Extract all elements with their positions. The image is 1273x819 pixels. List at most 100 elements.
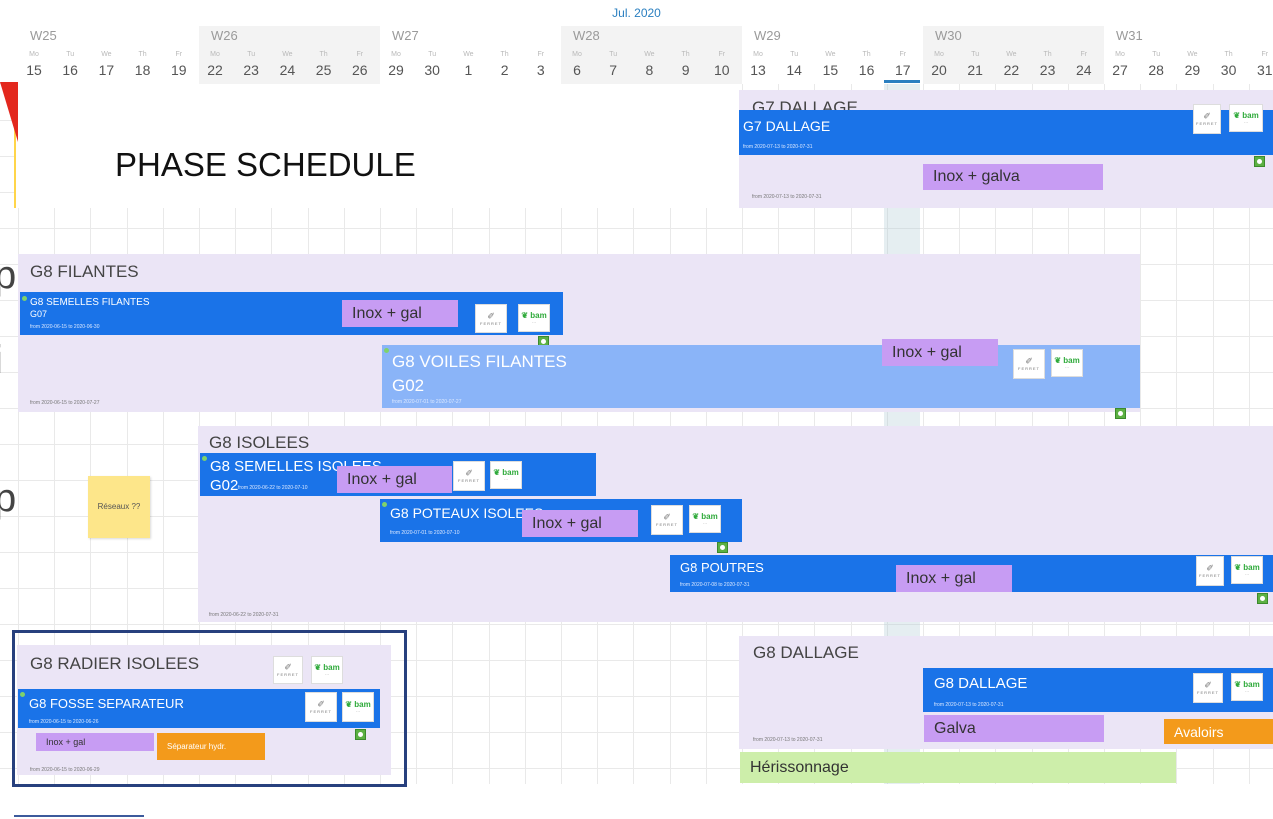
- task-date-range: from 2020-06-22 to 2020-07-10: [238, 485, 308, 491]
- task-date-range: from 2020-07-01 to 2020-07-27: [392, 399, 462, 405]
- tag-inox-gal[interactable]: Inox + gal: [882, 339, 998, 366]
- bam-logo: ❦ bam ···: [1229, 104, 1263, 132]
- day-number: 19: [171, 62, 187, 78]
- selection-rectangle[interactable]: [12, 630, 407, 787]
- task-g7-dallage[interactable]: G7 DALLAGE from 2020-07-13 to 2020-07-31: [733, 110, 1273, 155]
- tag-galva[interactable]: Galva: [924, 715, 1104, 742]
- bam-logo-main: ❦ bam: [1233, 111, 1259, 120]
- day-number: 22: [1003, 62, 1020, 78]
- task-subtitle: G07: [30, 309, 48, 319]
- day-number: 29: [388, 62, 404, 78]
- task-title: G7 DALLAGE: [743, 118, 831, 134]
- task-date-range: from 2020-06-15 to 2020-06-30: [30, 324, 100, 330]
- day-name: Mo: [210, 51, 220, 58]
- task-date-range: from 2020-07-13 to 2020-07-31: [934, 702, 1004, 708]
- day-number: 30: [424, 62, 440, 78]
- logo-main: ✐: [1204, 680, 1212, 690]
- day-number: 29: [1184, 62, 1201, 78]
- bam-logo-sub: ···: [532, 320, 536, 325]
- red-shape: [0, 82, 18, 142]
- plus-icon: [1260, 596, 1265, 601]
- week-label: W29: [754, 28, 781, 43]
- day-number: 7: [609, 62, 618, 78]
- day-name: We: [1187, 51, 1198, 58]
- day-number: 17: [98, 62, 115, 78]
- day-name: Fr: [899, 51, 907, 58]
- tag-inox-gal[interactable]: Inox + gal: [342, 300, 458, 327]
- day-number: 25: [315, 62, 332, 78]
- tag-inox-gal[interactable]: Inox + gal: [337, 466, 452, 493]
- bam-logo-sub: ···: [504, 477, 508, 482]
- day-number: 31: [1257, 62, 1273, 78]
- add-subtask-button[interactable]: [1115, 408, 1126, 419]
- today-marker: [884, 80, 920, 83]
- day-name: Tu: [66, 51, 75, 58]
- bam-logo: ❦ bam ···: [1051, 349, 1083, 377]
- week-label: W30: [935, 28, 962, 43]
- add-subtask-button[interactable]: [717, 542, 728, 553]
- ferret-logo: ✐ FERRET: [1193, 104, 1221, 134]
- day-number: 13: [750, 62, 766, 78]
- add-subtask-button[interactable]: [1257, 593, 1268, 604]
- week-label: W25: [30, 28, 57, 43]
- day-name: Tu: [790, 51, 799, 58]
- status-dot: [382, 502, 387, 507]
- status-dot: [202, 456, 207, 461]
- bam-logo: ❦ bam ···: [518, 304, 550, 332]
- day-number: 14: [786, 62, 802, 78]
- day-name: Th: [862, 51, 871, 58]
- bam-logo: ❦ bam ···: [1231, 673, 1263, 701]
- plus-icon: [720, 545, 725, 550]
- task-herissonnage[interactable]: Hérissonnage: [740, 752, 1176, 783]
- logo-main: ✐: [1206, 563, 1214, 573]
- tag-inox-galva[interactable]: Inox + galva: [923, 164, 1103, 190]
- bam-logo: ❦ bam ···: [1231, 556, 1263, 584]
- task-subtitle: G02: [210, 477, 239, 494]
- logo-main: ✐: [663, 512, 671, 522]
- tag-inox-gal[interactable]: Inox + gal: [522, 510, 638, 537]
- day-number: 22: [207, 62, 223, 78]
- day-name: Fr: [718, 51, 726, 58]
- bam-logo-main: ❦ bam: [493, 468, 519, 477]
- day-name: We: [644, 51, 655, 58]
- task-date-range: from 2020-07-13 to 2020-07-31: [743, 144, 813, 150]
- ferret-logo: ✐ FERRET: [1196, 556, 1224, 586]
- logo-sub: FERRET: [458, 478, 480, 483]
- day-name: Tu: [428, 51, 437, 58]
- day-number: 6: [573, 62, 581, 78]
- tag-inox-gal[interactable]: Inox + gal: [896, 565, 1012, 592]
- ferret-logo: ✐ FERRET: [475, 304, 507, 333]
- task-title: G8 SEMELLES FILANTES: [30, 297, 150, 308]
- ferret-logo: ✐ FERRET: [453, 461, 485, 491]
- status-dot: [22, 296, 27, 301]
- day-number: 21: [967, 62, 983, 78]
- task-date-range: from 2020-07-08 to 2020-07-31: [680, 582, 750, 588]
- day-number: 8: [645, 62, 654, 78]
- ferret-logo: ✐ FERRET: [1013, 349, 1045, 379]
- day-name: Mo: [572, 51, 582, 58]
- day-number: 16: [858, 62, 875, 78]
- grid-row-line: [0, 624, 1273, 625]
- logo-main: ✐: [465, 468, 473, 478]
- grid-row-line: [0, 228, 1273, 229]
- day-name: Th: [1043, 51, 1052, 58]
- task-subtitle: G02: [392, 376, 425, 395]
- bam-logo: ❦ bam ···: [689, 505, 721, 533]
- day-name: Fr: [1080, 51, 1088, 58]
- bam-logo: ❦ bam ···: [490, 461, 522, 489]
- day-name: We: [463, 51, 474, 58]
- add-subtask-button[interactable]: [1254, 156, 1265, 167]
- bam-logo-main: ❦ bam: [1054, 356, 1080, 365]
- day-name: Tu: [971, 51, 980, 58]
- tag-avaloirs[interactable]: Avaloirs: [1164, 719, 1273, 744]
- selection-line: [14, 815, 144, 817]
- phase-schedule-title: PHASE SCHEDULE: [115, 146, 416, 183]
- bam-logo-sub: ···: [1244, 120, 1248, 125]
- day-name: Fr: [537, 51, 545, 58]
- sticky-note[interactable]: Réseaux ??: [88, 476, 150, 538]
- day-number: 24: [279, 62, 296, 78]
- group-title: G8 FILANTES: [30, 262, 139, 281]
- day-name: Mo: [29, 51, 39, 58]
- week-label: W27: [392, 28, 419, 43]
- day-name: Fr: [175, 51, 183, 58]
